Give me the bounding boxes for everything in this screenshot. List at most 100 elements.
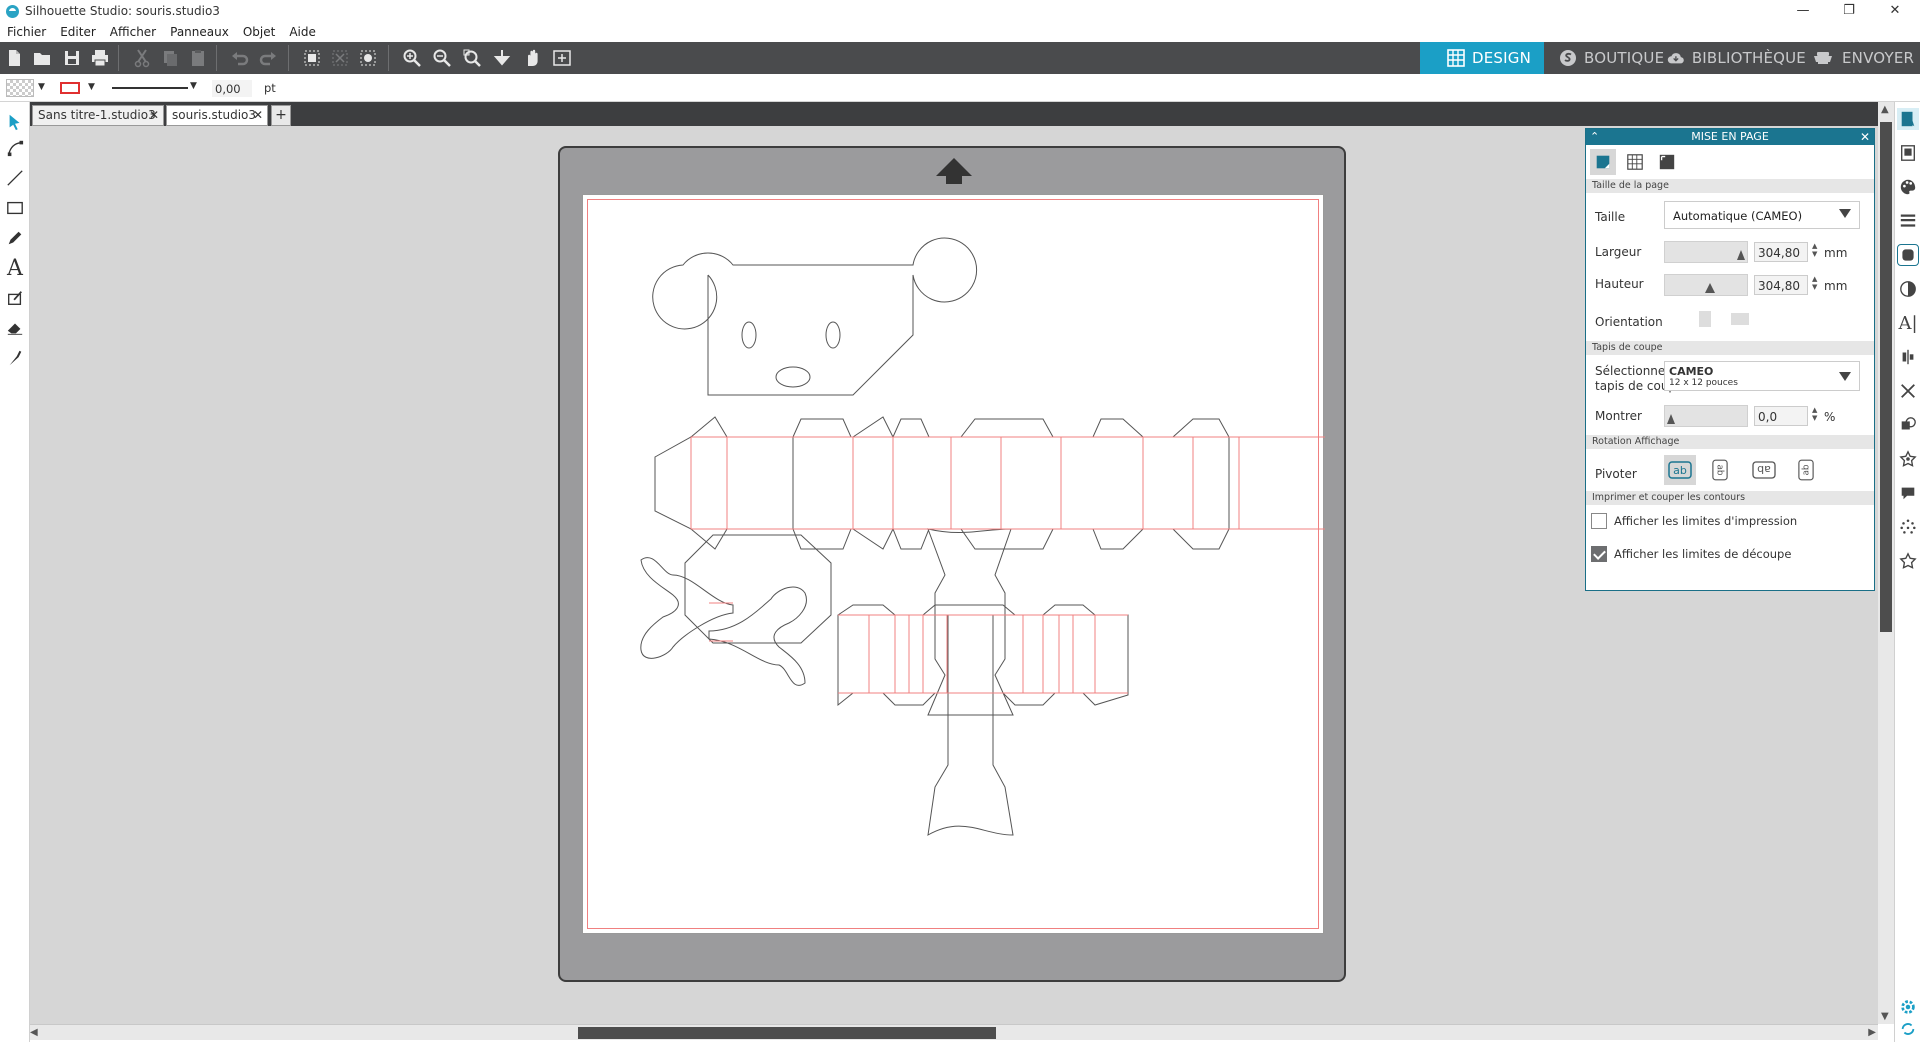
close-tab-icon[interactable]: ✕ bbox=[149, 108, 159, 122]
eraser-tool-icon[interactable] bbox=[3, 316, 27, 340]
rectangle-tool-icon[interactable] bbox=[3, 196, 27, 220]
menu-fichier[interactable]: Fichier bbox=[7, 25, 46, 39]
menu-aide[interactable]: Aide bbox=[289, 25, 316, 39]
paste-icon[interactable] bbox=[186, 46, 210, 70]
scroll-left-icon[interactable]: ◀ bbox=[30, 1027, 38, 1038]
size-select[interactable]: Automatique (CAMEO) bbox=[1664, 201, 1860, 229]
vertical-scroll-thumb[interactable] bbox=[1880, 122, 1892, 632]
menu-panneaux[interactable]: Panneaux bbox=[170, 25, 229, 39]
draw-edit-icon[interactable] bbox=[3, 286, 27, 310]
line-tool-icon[interactable] bbox=[3, 166, 27, 190]
cut-limits-checkbox[interactable] bbox=[1591, 546, 1607, 562]
horizontal-scrollbar[interactable]: ◀ ▶ bbox=[30, 1024, 1878, 1040]
sync-icon[interactable] bbox=[1897, 1018, 1919, 1040]
collapse-caret-icon[interactable]: ⌃ bbox=[1590, 129, 1599, 145]
cut-icon[interactable] bbox=[130, 46, 154, 70]
trace-panel-icon[interactable] bbox=[1897, 244, 1919, 266]
close-tab-icon[interactable]: ✕ bbox=[253, 108, 263, 122]
pan-hand-icon[interactable] bbox=[520, 46, 544, 70]
line-width-input[interactable]: 0,00 bbox=[212, 80, 252, 97]
design-page[interactable] bbox=[582, 194, 1325, 935]
rotate-180-icon[interactable]: ab bbox=[1748, 455, 1780, 485]
vertical-scrollbar[interactable]: ▲ ▼ bbox=[1878, 102, 1894, 1024]
registration-subtab-icon[interactable] bbox=[1654, 149, 1680, 175]
height-input[interactable]: 304,80 bbox=[1754, 275, 1808, 295]
doc-tab-souris[interactable]: souris.studio3 ✕ bbox=[166, 105, 268, 126]
star-transform-icon[interactable] bbox=[1897, 448, 1919, 470]
line-color-dropdown-icon[interactable]: ▼ bbox=[88, 82, 95, 92]
minimize-button[interactable]: — bbox=[1780, 0, 1826, 22]
doc-tab-sans-titre[interactable]: Sans titre-1.studio3 ✕ bbox=[32, 105, 164, 126]
library-panel-icon[interactable] bbox=[1897, 142, 1919, 164]
scroll-up-icon[interactable]: ▲ bbox=[1881, 104, 1889, 115]
zoom-out-icon[interactable] bbox=[430, 46, 454, 70]
offset-icon[interactable] bbox=[1897, 482, 1919, 504]
grid-subtab-icon[interactable] bbox=[1622, 149, 1648, 175]
settings-gear-icon[interactable] bbox=[1897, 996, 1919, 1018]
horizontal-scroll-thumb[interactable] bbox=[578, 1027, 996, 1039]
page-setup-icon[interactable] bbox=[1897, 108, 1919, 130]
pencil-tool-icon[interactable] bbox=[3, 226, 27, 250]
tab-envoyer[interactable]: ENVOYER bbox=[1810, 42, 1920, 74]
modify-icon[interactable] bbox=[1897, 414, 1919, 436]
panel-close-icon[interactable]: ✕ bbox=[1860, 129, 1870, 145]
mat-opacity-input[interactable]: 0,0 bbox=[1754, 406, 1808, 426]
fill-dropdown-icon[interactable]: ▼ bbox=[38, 82, 45, 92]
tab-design[interactable]: DESIGN bbox=[1420, 42, 1544, 74]
width-slider[interactable] bbox=[1664, 241, 1748, 263]
undo-icon[interactable] bbox=[228, 46, 252, 70]
align-icon[interactable] bbox=[1897, 346, 1919, 368]
landscape-orientation-icon[interactable] bbox=[1731, 313, 1749, 325]
redo-icon[interactable] bbox=[256, 46, 280, 70]
menu-afficher[interactable]: Afficher bbox=[110, 25, 156, 39]
mat-opacity-slider[interactable] bbox=[1664, 405, 1748, 427]
print-icon[interactable] bbox=[88, 46, 112, 70]
height-slider[interactable] bbox=[1664, 274, 1748, 296]
tab-boutique[interactable]: BOUTIQUE bbox=[1558, 42, 1666, 74]
close-button[interactable]: ✕ bbox=[1872, 0, 1918, 22]
fill-color-swatch[interactable] bbox=[6, 79, 34, 97]
line-style-icon[interactable] bbox=[1897, 210, 1919, 232]
rotate-270-icon[interactable]: ab bbox=[1790, 455, 1822, 485]
copy-icon[interactable] bbox=[158, 46, 182, 70]
tab-bibliotheque[interactable]: BIBLIOTHÈQUE bbox=[1666, 42, 1806, 74]
contrast-icon[interactable] bbox=[1897, 278, 1919, 300]
line-style-dropdown-icon[interactable]: ▼ bbox=[190, 81, 197, 91]
rhinestone-icon[interactable] bbox=[1897, 516, 1919, 538]
add-page-icon[interactable] bbox=[550, 46, 574, 70]
replicate-icon[interactable] bbox=[1897, 380, 1919, 402]
open-folder-icon[interactable] bbox=[30, 46, 54, 70]
select-all-icon[interactable] bbox=[300, 46, 324, 70]
text-style-icon[interactable]: A| bbox=[1897, 312, 1919, 334]
zoom-in-icon[interactable] bbox=[400, 46, 424, 70]
portrait-orientation-icon[interactable] bbox=[1699, 311, 1711, 327]
mouse-papercraft-shapes[interactable] bbox=[583, 195, 1325, 935]
height-spinner-icon[interactable]: ▲ ▼ bbox=[1812, 275, 1817, 291]
menu-editer[interactable]: Editer bbox=[60, 25, 96, 39]
print-limits-checkbox[interactable] bbox=[1591, 513, 1607, 529]
new-file-icon[interactable] bbox=[2, 46, 26, 70]
line-color-swatch[interactable] bbox=[60, 82, 80, 94]
fill-palette-icon[interactable] bbox=[1897, 176, 1919, 198]
menu-objet[interactable]: Objet bbox=[243, 25, 275, 39]
rotate-0-icon[interactable]: ab bbox=[1664, 455, 1696, 485]
deselect-icon[interactable] bbox=[328, 46, 352, 70]
restore-button[interactable]: ❐ bbox=[1826, 0, 1872, 22]
add-tab-button[interactable]: + bbox=[271, 105, 291, 126]
page-setup-subtab-icon[interactable] bbox=[1590, 149, 1616, 175]
save-icon[interactable] bbox=[60, 46, 84, 70]
knife-tool-icon[interactable] bbox=[3, 346, 27, 370]
mat-opacity-spinner-icon[interactable]: ▲ ▼ bbox=[1812, 406, 1817, 422]
fit-page-icon[interactable] bbox=[490, 46, 514, 70]
width-input[interactable]: 304,80 bbox=[1754, 242, 1808, 262]
width-spinner-icon[interactable]: ▲ ▼ bbox=[1812, 242, 1817, 258]
select-arrow-icon[interactable] bbox=[3, 110, 27, 134]
line-style-preview[interactable] bbox=[112, 87, 188, 89]
scroll-down-icon[interactable]: ▼ bbox=[1881, 1011, 1889, 1022]
rotate-90-icon[interactable]: ab bbox=[1704, 455, 1736, 485]
edit-points-icon[interactable] bbox=[3, 136, 27, 160]
favorite-star-icon[interactable] bbox=[1897, 550, 1919, 572]
cutting-mat-select[interactable]: CAMEO 12 x 12 pouces bbox=[1664, 361, 1860, 391]
zoom-selection-icon[interactable] bbox=[460, 46, 484, 70]
scroll-right-icon[interactable]: ▶ bbox=[1868, 1027, 1876, 1038]
